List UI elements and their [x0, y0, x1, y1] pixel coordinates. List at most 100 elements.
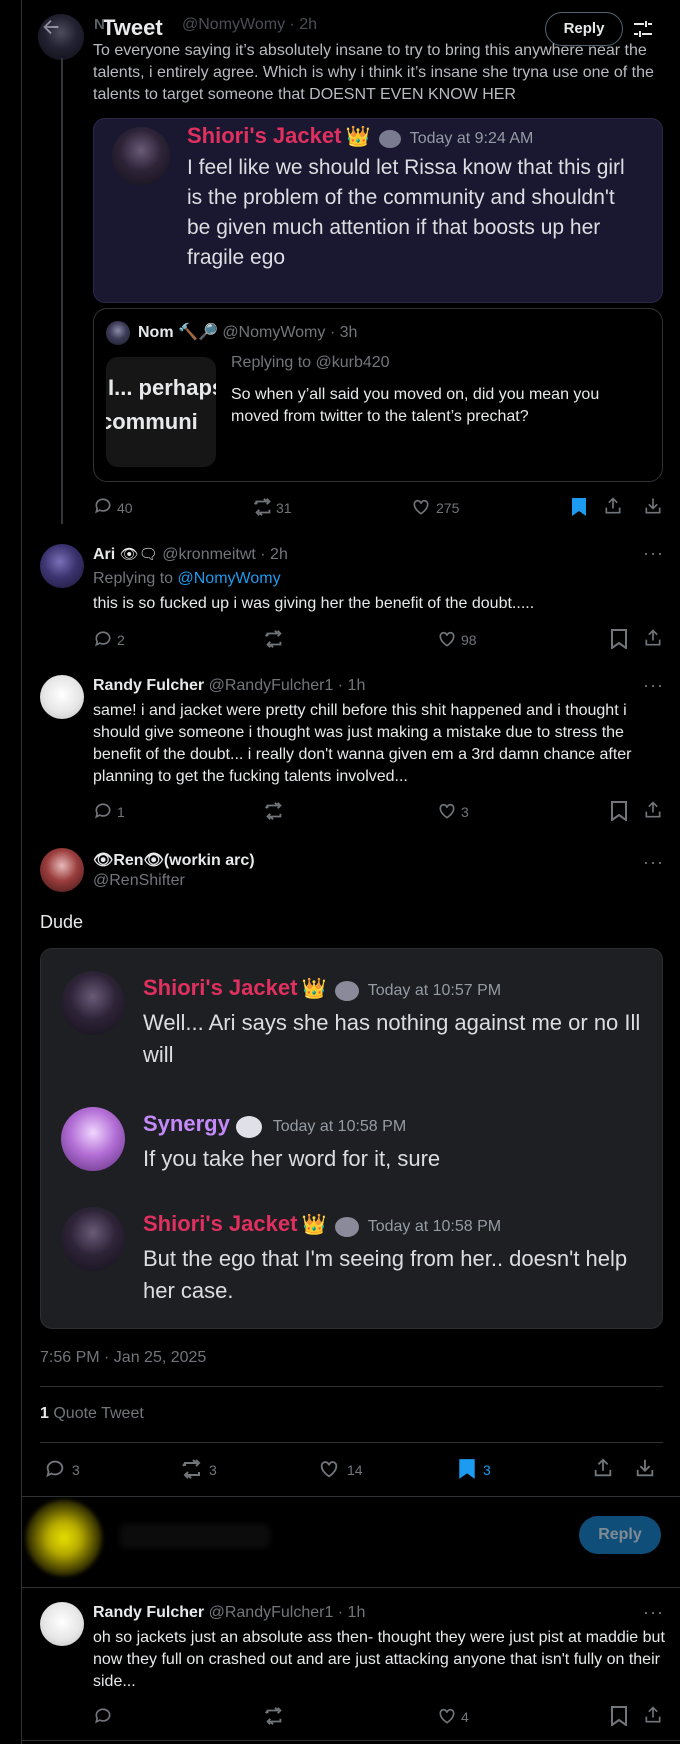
tweet1-bookmark-button[interactable]	[571, 497, 589, 517]
tweet1-quote-card[interactable]: Nom 🔨🔎 @NomyWomy · 3h I... perhaps commu…	[93, 308, 663, 482]
tweet3-handle[interactable]: @RandyFulcher1 · 1h	[209, 677, 366, 694]
discord-avatar	[61, 1107, 125, 1171]
tweet3-bookmark-button[interactable]	[611, 801, 629, 823]
tweet4-like-button[interactable]	[437, 1706, 459, 1728]
tweet4-more-icon[interactable]: ···	[643, 1603, 664, 1621]
retweet-icon	[264, 1707, 282, 1725]
sliders-icon	[634, 21, 652, 37]
tweet1-discord-screenshot[interactable]: Shiori's Jacket 👑 Today at 9:24 AM I fee…	[93, 118, 663, 303]
settings-button[interactable]	[631, 17, 655, 41]
replying-user-link[interactable]: @NomyWomy	[178, 570, 281, 587]
tweet4-share-button[interactable]	[643, 1705, 663, 1727]
discord-header: Shiori's Jacket 👑 Today at 10:58 PM	[143, 1211, 501, 1237]
tweet1-download-button[interactable]	[643, 496, 663, 518]
main-bookmark-count: 3	[483, 1462, 491, 1478]
divider	[40, 1442, 663, 1443]
tweet3-retweet-button[interactable]	[263, 800, 285, 822]
reply-icon	[95, 498, 111, 514]
discord-header: Shiori's Jacket 👑 Today at 9:24 AM	[187, 123, 533, 149]
tweet3-reply-button[interactable]	[93, 801, 115, 823]
main-retweet-button[interactable]	[180, 1457, 204, 1481]
tweet3-more-icon[interactable]: ···	[643, 676, 664, 694]
tweet1-reply-count: 40	[117, 500, 133, 516]
bookmark-filled-icon	[572, 498, 586, 516]
discord-message: If you take her word for it, sure	[143, 1146, 441, 1171]
main-avatar[interactable]	[40, 848, 84, 892]
crown-icon: 👑	[301, 978, 327, 1000]
main-like-button[interactable]	[318, 1458, 342, 1482]
tweet1-reply-button[interactable]	[93, 496, 115, 518]
main-retweet-count: 3	[209, 1462, 217, 1478]
tweet2-like-button[interactable]	[437, 629, 459, 651]
compose-reply-button[interactable]: Reply	[579, 1516, 661, 1554]
tweet4-bookmark-button[interactable]	[611, 1706, 629, 1728]
main-bookmark-button[interactable]	[458, 1458, 478, 1482]
role-icon	[236, 1115, 263, 1138]
reply-icon	[46, 1460, 64, 1478]
tweet2-header: Ari 👁🗨 @kronmeitwt · 2h	[93, 545, 288, 564]
share-icon	[645, 801, 661, 818]
tweet4-header: Randy Fulcher @RandyFulcher1 · 1h	[93, 1604, 365, 1622]
tweet2-avatar[interactable]	[40, 544, 84, 588]
tweet4-handle[interactable]: @RandyFulcher1 · 1h	[209, 1604, 366, 1621]
tweet1-retweet-button[interactable]	[252, 496, 274, 518]
main-timestamp[interactable]: 7:56 PM · Jan 25, 2025	[40, 1349, 206, 1367]
thumb-line-2: communi	[106, 409, 198, 434]
tweet3-share-button[interactable]	[643, 800, 663, 822]
retweet-icon	[264, 802, 282, 820]
main-like-count: 14	[347, 1462, 363, 1478]
thread-connector	[61, 58, 63, 524]
heart-icon	[413, 499, 429, 515]
discord-username: Shiori's Jacket	[143, 1211, 298, 1236]
main-name[interactable]: 👁Ren👁(workin arc)	[93, 850, 255, 870]
tweet3-name[interactable]: Randy Fulcher	[93, 677, 204, 694]
main-discord-screenshot[interactable]: Shiori's Jacket 👑 Today at 10:57 PM Well…	[40, 948, 663, 1329]
tweet2-more-icon[interactable]: ···	[643, 544, 664, 562]
tweet1-share-button[interactable]	[603, 496, 623, 518]
reply-icon	[95, 803, 111, 819]
tweet1-like-button[interactable]	[411, 497, 433, 519]
tweet2-handle[interactable]: @kronmeitwt · 2h	[162, 546, 288, 563]
main-share-button[interactable]	[592, 1457, 616, 1481]
quote-header: Nom 🔨🔎 @NomyWomy · 3h	[138, 322, 357, 342]
tweet2-reply-button[interactable]	[93, 629, 115, 651]
tweet4-retweet-button[interactable]	[263, 1705, 285, 1727]
retweet-icon	[253, 498, 271, 516]
divider	[40, 1386, 663, 1387]
tweet4-avatar[interactable]	[40, 1602, 84, 1646]
hammer-magnifier-icon: 🔨🔎	[178, 324, 218, 341]
tweet2-retweet-button[interactable]	[263, 628, 285, 650]
eye-speech-icon: 👁🗨	[119, 546, 158, 563]
tweet3-like-button[interactable]	[437, 801, 459, 823]
tweet2-reply-count: 2	[117, 632, 125, 648]
tweet3-avatar[interactable]	[40, 675, 84, 719]
tweet2-share-button[interactable]	[643, 628, 663, 650]
quote-tweet-link[interactable]: 1 Quote Tweet	[40, 1405, 144, 1423]
tweet1-avatar[interactable]	[38, 14, 84, 60]
main-more-icon[interactable]: ···	[643, 853, 664, 871]
quote-text: So when y’all said you moved on, did you…	[231, 386, 600, 425]
tweet4-reply-button[interactable]	[93, 1706, 115, 1728]
tweet3-like-count: 3	[461, 804, 469, 820]
divider	[22, 1740, 680, 1741]
tweet1-name[interactable]: N	[94, 16, 105, 33]
tweet4-name[interactable]: Randy Fulcher	[93, 1604, 204, 1621]
replying-prefix: Replying to	[93, 570, 174, 587]
discord-username: Shiori's Jacket	[187, 123, 342, 148]
discord-message: Well... Ari says she has nothing against…	[143, 1010, 641, 1067]
tweet1-retweet-count: 31	[276, 500, 292, 516]
tweet2-replying: Replying to @NomyWomy	[93, 570, 281, 588]
main-handle[interactable]: @RenShifter	[93, 872, 185, 890]
tweet2-bookmark-button[interactable]	[611, 629, 629, 651]
main-reply-button[interactable]	[44, 1458, 68, 1482]
main-download-button[interactable]	[634, 1457, 658, 1481]
role-icon	[335, 1216, 360, 1237]
tweet2-name[interactable]: Ari	[93, 546, 115, 563]
compose-input[interactable]	[120, 1524, 270, 1548]
quote-replying: Replying to @kurb420	[231, 354, 390, 371]
quote-avatar	[106, 321, 130, 345]
crown-icon: 👑	[345, 126, 371, 148]
tweet1-handle[interactable]: @NomyWomy · 2h	[182, 16, 317, 34]
crown-icon: 👑	[301, 1214, 327, 1236]
bookmark-icon	[611, 629, 627, 650]
